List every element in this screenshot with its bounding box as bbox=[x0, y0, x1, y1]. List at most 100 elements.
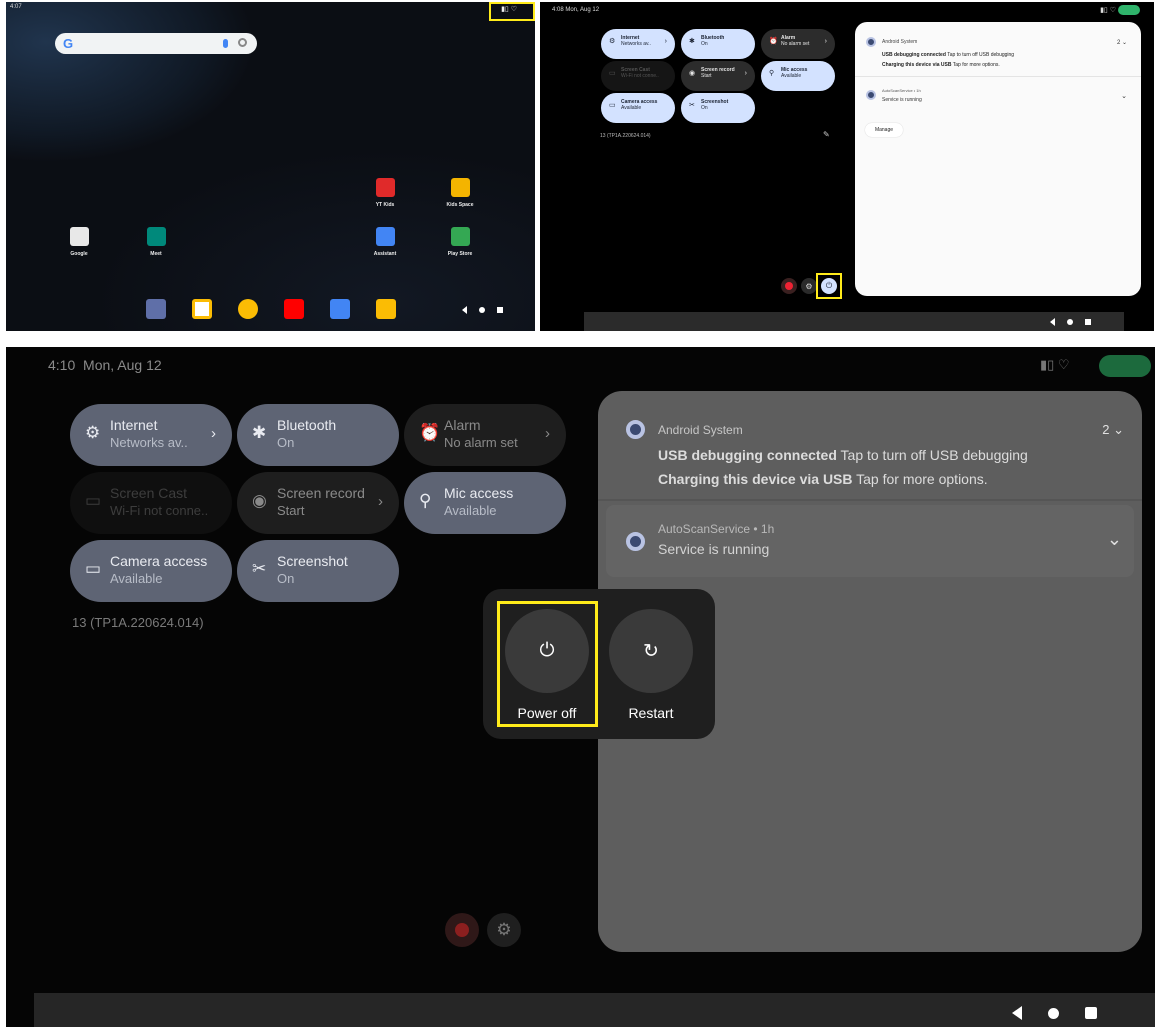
divider bbox=[598, 499, 1142, 501]
gmail-icon[interactable] bbox=[192, 299, 212, 319]
android-system-icon bbox=[866, 37, 876, 47]
tile-icon: ⏰ bbox=[419, 423, 441, 442]
status-date: Mon, Aug 12 bbox=[83, 357, 162, 373]
tile-icon: ▭ bbox=[609, 102, 616, 109]
tile-screen-record[interactable]: ◉ Screen record Start › bbox=[681, 61, 755, 91]
settings-icon[interactable]: ⚙ bbox=[487, 913, 521, 947]
tile-mic-access[interactable]: ⚲ Mic access Available bbox=[761, 61, 835, 91]
restart-label: Restart bbox=[628, 705, 674, 721]
home-screen-panel: 4:07 ▮▯ ♡ G YT Kids Kids Space Google Me… bbox=[6, 2, 535, 331]
status-time-date: 4:10 Mon, Aug 12 bbox=[48, 357, 162, 373]
notif-usb-debugging[interactable]: USB debugging connected Tap to turn off … bbox=[882, 52, 1014, 58]
restart-icon: ↻ bbox=[643, 640, 659, 662]
app-assistant[interactable]: Assistant bbox=[360, 227, 410, 257]
notif-usb-text: Tap to turn off USB debugging bbox=[945, 52, 1015, 58]
notif-usb-text: Tap to turn off USB debugging bbox=[836, 447, 1028, 463]
status-bar: 4:07 ▮▯ ♡ bbox=[10, 4, 529, 14]
nav-bar bbox=[34, 993, 1155, 1027]
app-google-folder[interactable]: Google bbox=[54, 227, 104, 257]
lens-icon[interactable] bbox=[238, 38, 247, 47]
tile-bluetooth[interactable]: ✱ Bluetooth On bbox=[237, 404, 399, 466]
tile-icon: ⚙ bbox=[85, 423, 101, 442]
app-meet[interactable]: Meet bbox=[131, 227, 181, 257]
recents-icon[interactable] bbox=[1085, 1007, 1097, 1019]
tile-icon: ◉ bbox=[252, 491, 267, 510]
home-icon[interactable] bbox=[1048, 1007, 1059, 1019]
tile-screenshot[interactable]: ✂ Screenshot On bbox=[237, 540, 399, 602]
home-icon[interactable] bbox=[479, 307, 485, 313]
status-time-date: 4:08 Mon, Aug 12 bbox=[552, 7, 600, 13]
home-icon[interactable] bbox=[1067, 319, 1073, 325]
back-icon[interactable] bbox=[462, 306, 467, 314]
kids-space-icon bbox=[450, 178, 470, 197]
notif-charging[interactable]: Charging this device via USB Tap for mor… bbox=[658, 471, 988, 487]
tile-bluetooth[interactable]: ✱ Bluetooth On bbox=[681, 29, 755, 59]
app-kids-space[interactable]: Kids Space bbox=[435, 178, 485, 208]
tile-icon: ⚲ bbox=[769, 70, 775, 77]
manage-button[interactable]: Manage bbox=[865, 123, 903, 137]
mic-icon[interactable] bbox=[223, 39, 228, 48]
app-label: Meet bbox=[150, 251, 162, 257]
edit-icon[interactable]: ✎ bbox=[823, 130, 830, 139]
tile-icon: ▭ bbox=[609, 70, 616, 77]
tile-icon: ✂ bbox=[689, 102, 695, 109]
notif-count-chevron[interactable]: 2 ⌄ bbox=[1117, 39, 1127, 46]
google-search-bar[interactable]: G bbox=[55, 33, 257, 54]
recents-icon[interactable] bbox=[497, 307, 503, 313]
quick-settings-panel: 4:08 Mon, Aug 12 ▮▯ ♡ ⚙ Internet Networks … bbox=[540, 2, 1154, 331]
calendar-icon[interactable] bbox=[330, 299, 350, 319]
notif-charging[interactable]: Charging this device via USB Tap for mor… bbox=[882, 62, 1000, 68]
tile-title: Camera access bbox=[110, 553, 208, 569]
notif-count-chevron[interactable]: 2 ⌄ bbox=[1102, 422, 1124, 438]
tile-mic-access[interactable]: ⚲ Mic access Available bbox=[404, 472, 566, 534]
photos-icon[interactable] bbox=[376, 299, 396, 319]
tile-subtitle: On bbox=[277, 571, 295, 586]
tile-screen-record[interactable]: ◉ Screen record Start › bbox=[237, 472, 399, 534]
chrome-icon[interactable] bbox=[238, 299, 258, 319]
tile-screen-cast[interactable]: ▭ Screen Cast Wi-Fi not conne.. bbox=[70, 472, 232, 534]
app-label: Kids Space bbox=[446, 202, 474, 208]
notif-autoscan-text: Service is running bbox=[658, 541, 770, 557]
android-system-icon bbox=[626, 420, 645, 439]
tile-icon: ◉ bbox=[689, 70, 696, 77]
tile-alarm[interactable]: ⏰ Alarm No alarm set › bbox=[761, 29, 835, 59]
tile-alarm[interactable]: ⏰ Alarm No alarm set › bbox=[404, 404, 566, 466]
tile-screen-cast[interactable]: ▭ Screen Cast Wi-Fi not conne.. bbox=[601, 61, 675, 91]
meet-icon bbox=[146, 227, 166, 246]
tile-camera-access[interactable]: ▭ Camera access Available bbox=[70, 540, 232, 602]
back-icon[interactable] bbox=[1012, 1006, 1022, 1020]
expand-chevron-icon[interactable]: ⌄ bbox=[1107, 529, 1122, 550]
back-icon[interactable] bbox=[1050, 318, 1055, 326]
tile-internet[interactable]: ⚙ Internet Networks av.. › bbox=[601, 29, 675, 59]
status-time: 4:07 bbox=[10, 4, 22, 10]
notif-app-name: Android System bbox=[658, 423, 743, 437]
tile-camera-access[interactable]: ▭ Camera access Available bbox=[601, 93, 675, 123]
settings-icon[interactable]: ⚙ bbox=[801, 278, 817, 294]
expand-chevron-icon[interactable]: ⌄ bbox=[1121, 92, 1127, 100]
tile-title: Mic access bbox=[444, 485, 514, 501]
app-play-store[interactable]: Play Store bbox=[435, 227, 485, 257]
restart-button[interactable]: ↻ bbox=[609, 609, 693, 693]
google-folder-icon bbox=[69, 227, 89, 246]
tile-icon: ⚙ bbox=[609, 38, 616, 45]
settings-icon[interactable] bbox=[146, 299, 166, 319]
recents-icon[interactable] bbox=[1085, 319, 1091, 325]
tile-icon: ✂ bbox=[252, 559, 267, 578]
chevron-right-icon: › bbox=[378, 493, 383, 510]
notif-usb-title: USB debugging connected bbox=[658, 447, 837, 463]
app-label: YT Kids bbox=[375, 202, 395, 208]
tile-internet[interactable]: ⚙ Internet Networks av.. › bbox=[70, 404, 232, 466]
nav-bar bbox=[462, 306, 503, 314]
tile-title: Bluetooth bbox=[277, 417, 337, 433]
youtube-icon[interactable] bbox=[284, 299, 304, 319]
tile-screenshot[interactable]: ✂ Screenshot On bbox=[681, 93, 755, 123]
user-icon[interactable] bbox=[781, 278, 797, 294]
tile-title: Screen Cast bbox=[110, 485, 188, 501]
notif-charging-title: Charging this device via USB bbox=[658, 471, 853, 487]
tile-icon: ▭ bbox=[85, 559, 102, 578]
app-label: Assistant bbox=[373, 251, 397, 257]
notif-usb-debugging[interactable]: USB debugging connected Tap to turn off … bbox=[658, 447, 1028, 463]
app-yt-kids[interactable]: YT Kids bbox=[360, 178, 410, 208]
user-icon[interactable] bbox=[445, 913, 479, 947]
autoscan-notification[interactable]: AutoScanService • 1h Service is running … bbox=[606, 505, 1134, 577]
